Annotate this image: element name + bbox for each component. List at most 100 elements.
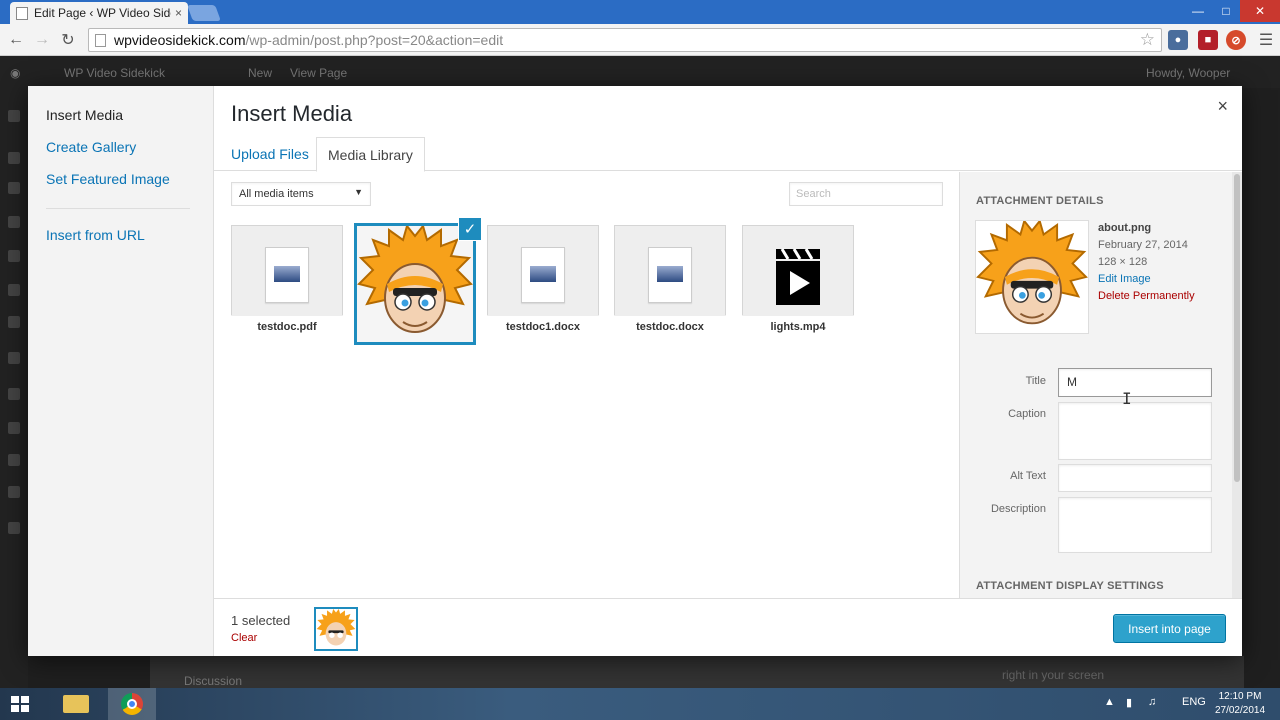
attachment-details-sidebar: ATTACHMENT DETAILS about.png February 27… xyxy=(959,172,1242,598)
background-hint: right in your screen xyxy=(1002,668,1105,682)
caption-label: Caption xyxy=(1008,408,1046,420)
forward-icon[interactable]: → xyxy=(32,30,52,50)
media-type-filter[interactable]: All media items ▼ xyxy=(231,182,371,206)
adminbar-site-name[interactable]: WP Video Sidekick xyxy=(64,66,165,80)
url-host: wpvideosidekick.com xyxy=(114,32,246,48)
sidebar-scrollbar[interactable] xyxy=(1232,172,1242,598)
browser-tab[interactable]: Edit Page ‹ WP Video Side × xyxy=(10,2,188,24)
clock-time: 12:10 PM xyxy=(1218,691,1262,702)
attachment-item[interactable]: testdoc.docx xyxy=(614,225,726,337)
alt-text-input[interactable] xyxy=(1058,464,1212,492)
menu-icon[interactable]: ☰ xyxy=(1256,30,1276,50)
windows-start-icon[interactable] xyxy=(11,696,29,712)
volume-icon[interactable]: ♫ xyxy=(1148,696,1156,708)
attachment-meta: about.png February 27, 2014 128 × 128 Ed… xyxy=(1098,220,1195,305)
description-label: Description xyxy=(990,503,1046,515)
document-icon xyxy=(521,247,565,303)
text-cursor-icon: I xyxy=(1122,389,1132,408)
file-explorer-icon[interactable] xyxy=(52,688,100,720)
media-router: Upload Files Media Library xyxy=(214,137,1242,172)
menu-create-gallery[interactable]: Create Gallery xyxy=(46,139,136,155)
attachment-filename: testdoc1.docx xyxy=(487,315,599,337)
network-icon[interactable]: ▲ xyxy=(1104,696,1115,708)
extension-icon[interactable]: ■ xyxy=(1198,30,1218,50)
attachment-filename: about.png xyxy=(1098,222,1152,234)
adminbar-new[interactable]: New xyxy=(248,66,272,80)
media-toolbar: 1 selected Clear Insert into page xyxy=(214,598,1242,656)
title-label: Title xyxy=(1025,375,1046,387)
close-window-icon[interactable]: ✕ xyxy=(1240,0,1280,22)
caption-textarea[interactable] xyxy=(1058,402,1212,460)
video-icon xyxy=(776,248,820,305)
wp-editor-background: Discussion right in your screen xyxy=(150,656,1244,688)
adminbar-view-page[interactable]: View Page xyxy=(290,66,347,80)
document-icon xyxy=(265,247,309,303)
language-indicator[interactable]: ENG xyxy=(1182,696,1206,708)
checkmark-icon[interactable]: ✓ xyxy=(458,217,482,241)
extension-user-icon[interactable]: ● xyxy=(1168,30,1188,50)
modal-title: Insert Media xyxy=(231,101,353,126)
alt-text-label: Alt Text xyxy=(1010,470,1046,482)
back-icon[interactable]: ← xyxy=(6,30,26,50)
attachment-filename: lights.mp4 xyxy=(742,315,854,337)
attachment-date: February 27, 2014 xyxy=(1098,239,1188,251)
menu-insert-media[interactable]: Insert Media xyxy=(46,107,123,123)
windows-taskbar: ▲ ▮ ♫ ENG 12:10 PM 27/02/2014 xyxy=(0,688,1280,720)
delete-permanently-link[interactable]: Delete Permanently xyxy=(1098,288,1195,305)
filter-selected: All media items xyxy=(239,188,314,200)
reload-icon[interactable]: ↻ xyxy=(58,30,78,50)
discussion-label: Discussion xyxy=(184,674,243,688)
clear-selection-link[interactable]: Clear xyxy=(231,632,257,644)
attachment-filename: testdoc.pdf xyxy=(231,315,343,337)
bookmark-star-icon[interactable]: ☆ xyxy=(1140,30,1155,50)
document-icon xyxy=(648,247,692,303)
wp-admin-sidebar xyxy=(0,88,28,688)
close-icon[interactable]: × xyxy=(1217,96,1228,117)
minimize-icon[interactable]: — xyxy=(1184,0,1212,22)
selection-thumbnail[interactable] xyxy=(314,607,358,651)
attachment-dimensions: 128 × 128 xyxy=(1098,256,1148,268)
attachment-details-heading: ATTACHMENT DETAILS xyxy=(976,195,1104,207)
url-path: /wp-admin/post.php?post=20&action=edit xyxy=(245,32,504,48)
menu-set-featured-image[interactable]: Set Featured Image xyxy=(46,171,170,187)
media-frame-menu: Insert Media Create Gallery Set Featured… xyxy=(28,86,214,656)
tab-title: Edit Page ‹ WP Video Side xyxy=(34,6,171,20)
insert-into-page-button[interactable]: Insert into page xyxy=(1113,614,1226,643)
edit-image-link[interactable]: Edit Image xyxy=(1098,271,1195,288)
attachment-filename: testdoc.docx xyxy=(614,315,726,337)
browser-tabbar: Edit Page ‹ WP Video Side × — □ ✕ xyxy=(0,0,1280,24)
selection-count: 1 selected xyxy=(231,613,291,628)
wp-logo-icon[interactable]: ◉ xyxy=(10,66,20,80)
attachment-item[interactable]: lights.mp4 xyxy=(742,225,854,337)
attachment-item[interactable]: testdoc.pdf xyxy=(231,225,343,337)
attachment-item[interactable]: testdoc1.docx xyxy=(487,225,599,337)
page-icon xyxy=(16,6,28,20)
display-settings-heading: ATTACHMENT DISPLAY SETTINGS xyxy=(976,580,1164,592)
adminbar-user[interactable]: Howdy, Wooper xyxy=(1146,66,1230,80)
new-tab-button[interactable] xyxy=(187,5,221,21)
description-textarea[interactable] xyxy=(1058,497,1212,553)
maximize-icon[interactable]: □ xyxy=(1212,0,1240,22)
address-bar[interactable]: wpvideosidekick.com/wp-admin/post.php?po… xyxy=(88,28,1162,52)
chrome-icon[interactable] xyxy=(108,688,156,720)
clock-date: 27/02/2014 xyxy=(1214,705,1266,716)
page-icon xyxy=(95,33,106,47)
tab-media-library[interactable]: Media Library xyxy=(316,137,425,172)
menu-separator xyxy=(46,208,190,209)
browser-toolbar: ← → ↻ wpvideosidekick.com/wp-admin/post.… xyxy=(0,24,1280,56)
attachments-browser: All media items ▼ Search testdoc.pdf ✓ t… xyxy=(214,172,958,598)
attachment-item-selected[interactable]: ✓ xyxy=(354,217,482,345)
cartoon-avatar-image xyxy=(976,218,1088,325)
adblock-icon[interactable]: ⊘ xyxy=(1226,30,1246,50)
tab-upload-files[interactable]: Upload Files xyxy=(220,137,320,171)
insert-media-modal: Insert Media Create Gallery Set Featured… xyxy=(28,86,1242,656)
battery-icon[interactable]: ▮ xyxy=(1126,696,1132,709)
close-tab-icon[interactable]: × xyxy=(175,6,182,20)
menu-insert-from-url[interactable]: Insert from URL xyxy=(46,227,145,243)
wp-admin-bar: ◉ WP Video Sidekick New View Page Howdy,… xyxy=(0,56,1280,88)
attachment-thumbnail xyxy=(976,218,1088,333)
system-clock[interactable]: 12:10 PM 27/02/2014 xyxy=(1212,690,1268,718)
title-input[interactable]: M xyxy=(1058,368,1212,397)
cartoon-avatar-image xyxy=(357,223,473,333)
search-input[interactable]: Search xyxy=(789,182,943,206)
